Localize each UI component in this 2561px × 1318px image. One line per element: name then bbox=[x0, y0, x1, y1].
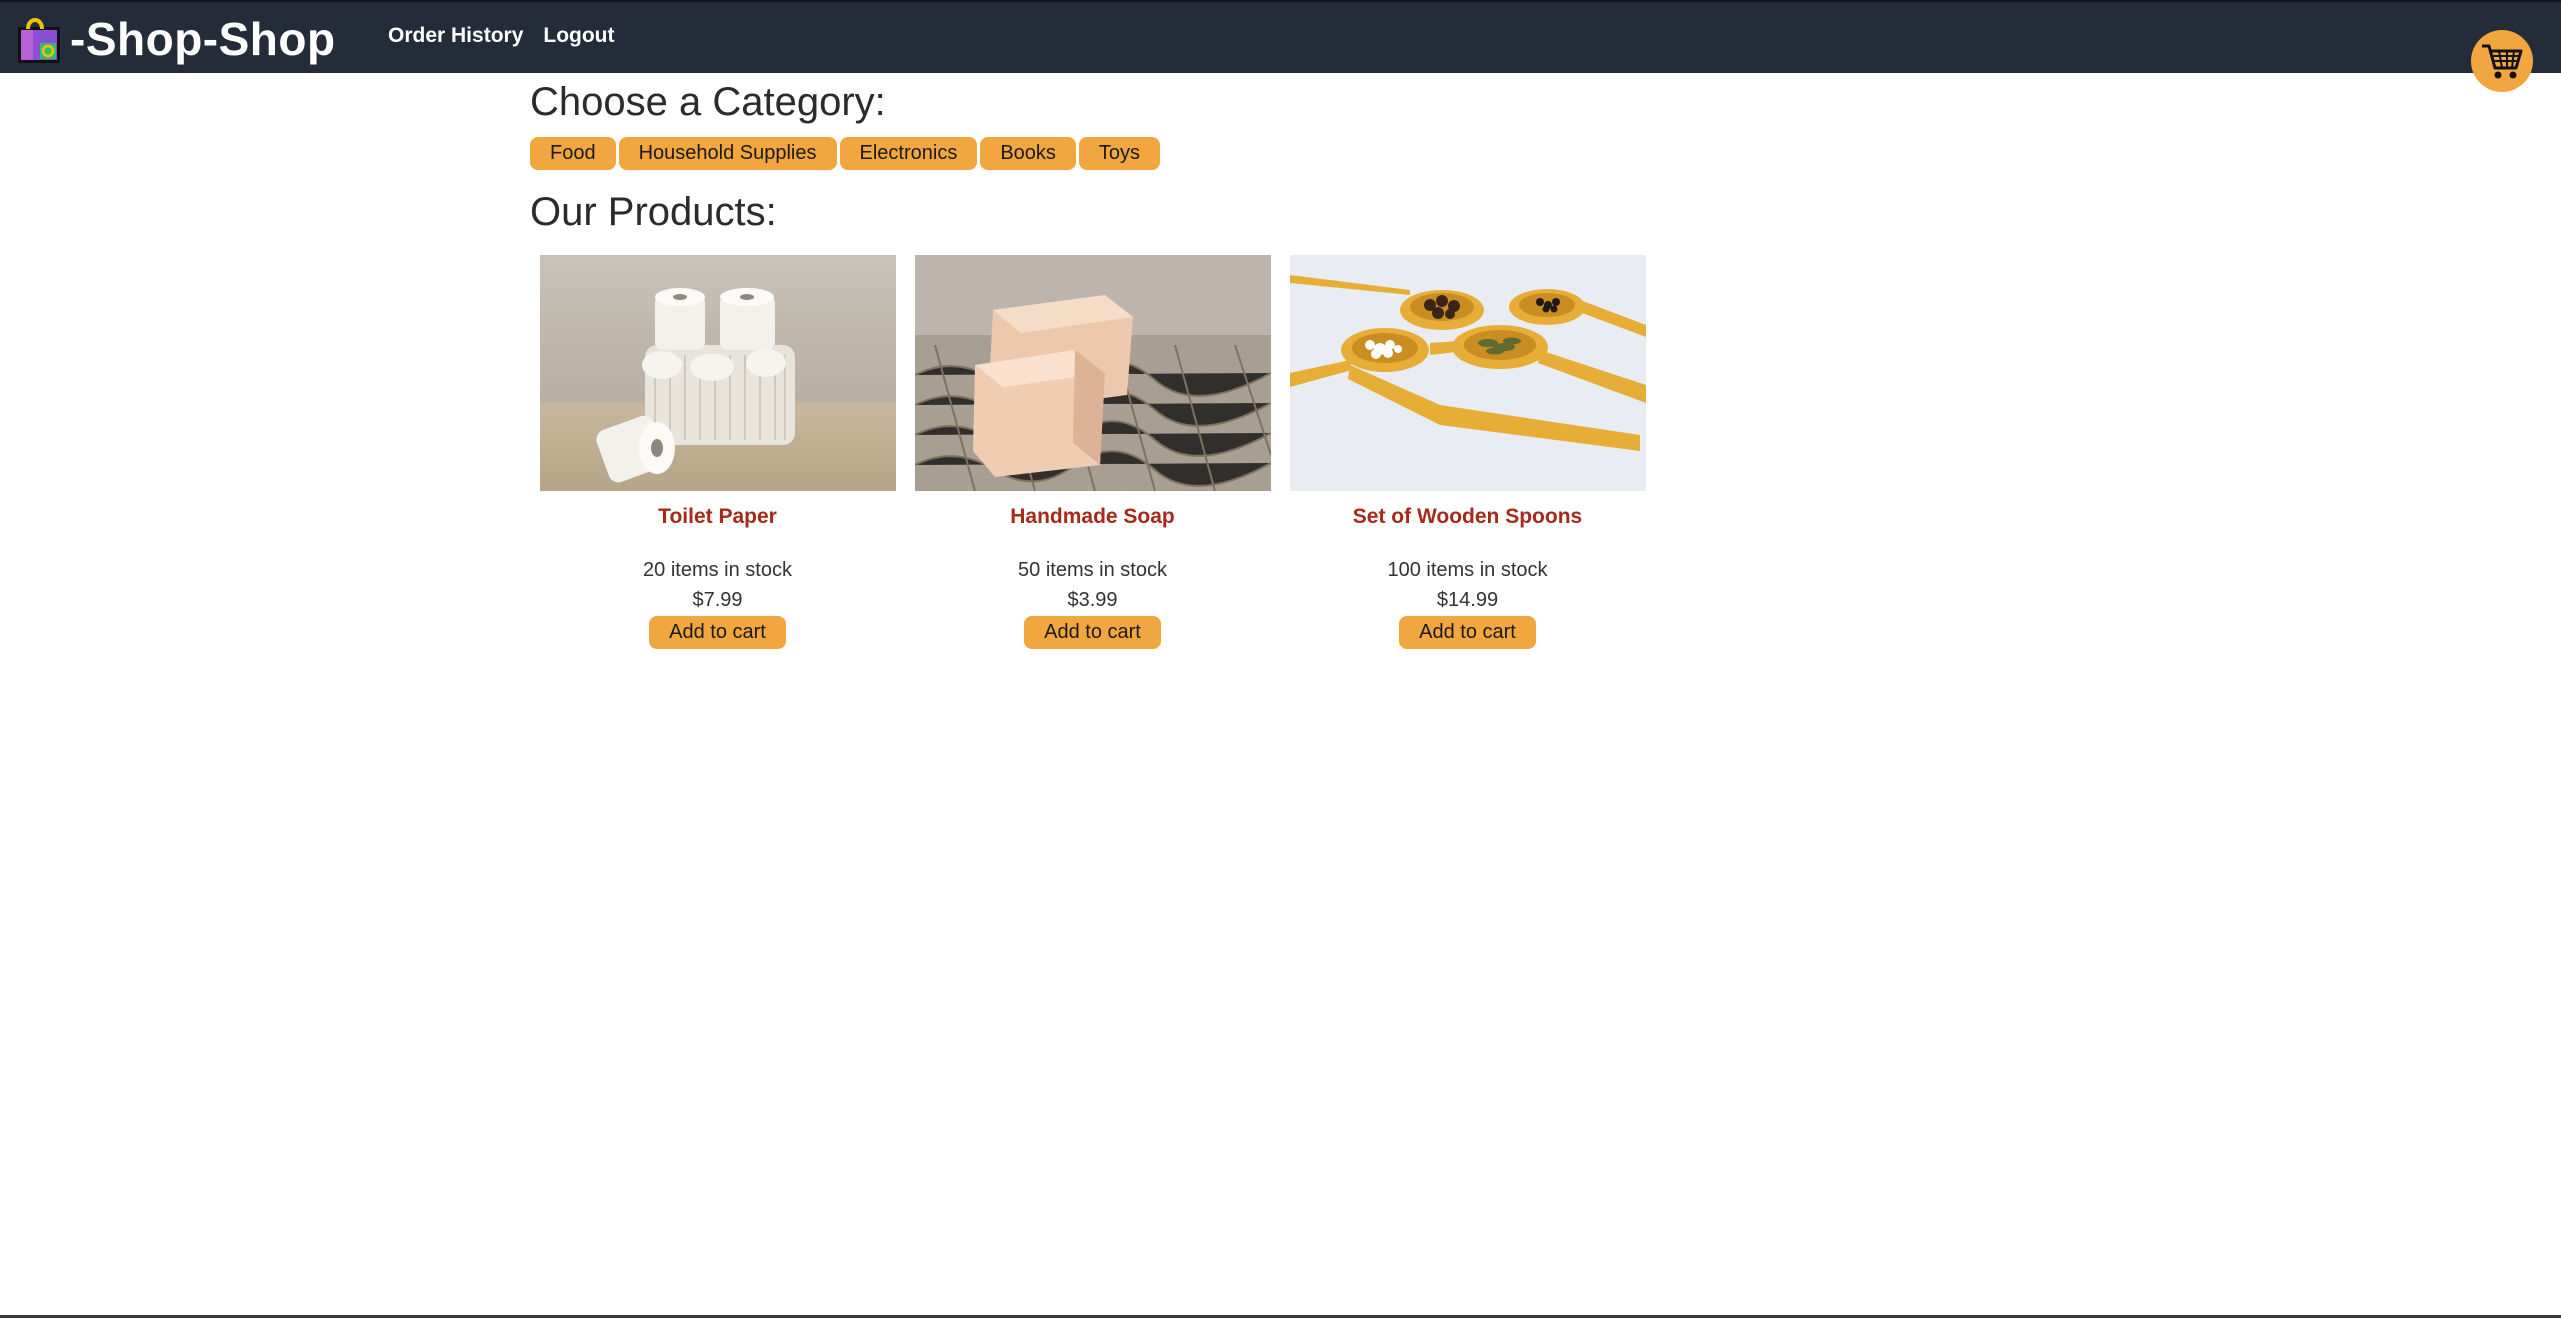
category-button-books[interactable]: Books bbox=[980, 137, 1076, 170]
shopping-cart-icon bbox=[2482, 44, 2523, 79]
product-name[interactable]: Toilet Paper bbox=[658, 505, 777, 529]
shopping-bag-icon bbox=[18, 18, 60, 63]
toilet-paper-image[interactable] bbox=[539, 255, 896, 491]
top-navbar: -Shop-Shop Order History Logout bbox=[0, 0, 2561, 73]
products-heading: Our Products: bbox=[530, 190, 777, 234]
product-name[interactable]: Handmade Soap bbox=[1010, 505, 1175, 529]
add-to-cart-button[interactable]: Add to cart bbox=[1399, 616, 1536, 649]
handmade-soap-image[interactable] bbox=[914, 255, 1271, 491]
cart-button[interactable] bbox=[2471, 30, 2533, 92]
nav-order-history[interactable]: Order History bbox=[388, 24, 523, 48]
category-heading: Choose a Category: bbox=[530, 80, 886, 124]
product-price: $3.99 bbox=[1067, 589, 1118, 611]
product-stock: 50 items in stock bbox=[1018, 559, 1167, 581]
product-price: $14.99 bbox=[1436, 589, 1499, 611]
brand-link[interactable]: -Shop-Shop bbox=[14, 12, 336, 66]
category-button-food[interactable]: Food bbox=[530, 137, 616, 170]
product-list: Toilet Paper 20 items in stock $7.99 Add… bbox=[530, 255, 1655, 649]
add-to-cart-button[interactable]: Add to cart bbox=[1024, 616, 1161, 649]
wooden-spoons-image[interactable] bbox=[1289, 255, 1646, 491]
product-stock: 100 items in stock bbox=[1387, 559, 1548, 581]
product-card: Handmade Soap 50 items in stock $3.99 Ad… bbox=[905, 255, 1280, 649]
product-stock: 20 items in stock bbox=[643, 559, 792, 581]
product-card: Toilet Paper 20 items in stock $7.99 Add… bbox=[530, 255, 905, 649]
product-card: Set of Wooden Spoons 100 items in stock … bbox=[1280, 255, 1655, 649]
category-list: Food Household Supplies Electronics Book… bbox=[530, 137, 1161, 170]
nav-links: Order History Logout bbox=[388, 24, 615, 48]
brand-title: -Shop-Shop bbox=[70, 13, 336, 65]
nav-logout[interactable]: Logout bbox=[543, 24, 614, 48]
add-to-cart-button[interactable]: Add to cart bbox=[649, 616, 786, 649]
product-name[interactable]: Set of Wooden Spoons bbox=[1353, 505, 1582, 529]
product-price: $7.99 bbox=[692, 589, 743, 611]
category-button-toys[interactable]: Toys bbox=[1078, 137, 1161, 170]
category-button-electronics[interactable]: Electronics bbox=[839, 137, 978, 170]
category-button-household-supplies[interactable]: Household Supplies bbox=[618, 137, 837, 170]
